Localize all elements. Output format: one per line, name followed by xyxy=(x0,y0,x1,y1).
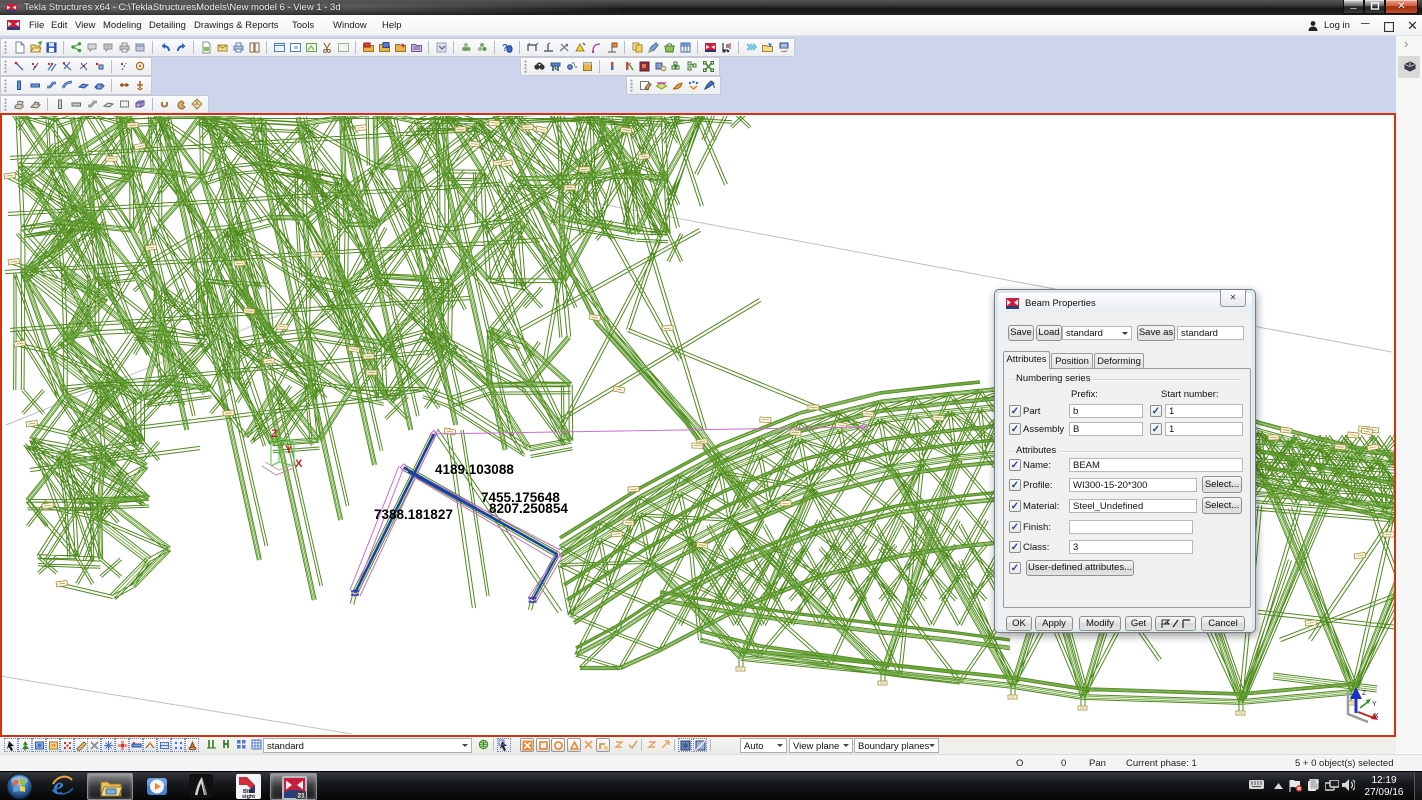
svg-text:X: X xyxy=(1374,713,1379,720)
svg-text:Y: Y xyxy=(1372,701,1377,708)
svg-text:21: 21 xyxy=(298,793,306,800)
svg-text:sight: sight xyxy=(242,794,255,799)
svg-text:Z: Z xyxy=(271,428,278,440)
svg-text:Z: Z xyxy=(1362,690,1367,697)
svg-text:8207.250854: 8207.250854 xyxy=(489,501,568,516)
svg-text:Y: Y xyxy=(285,444,293,456)
svg-text:4189.103088: 4189.103088 xyxy=(435,462,514,477)
svg-text:X: X xyxy=(295,458,303,470)
svg-text:7388.181827: 7388.181827 xyxy=(374,507,453,522)
